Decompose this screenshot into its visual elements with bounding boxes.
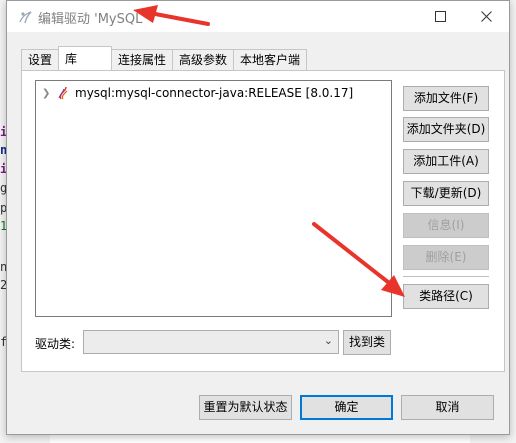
dbeaver-icon <box>19 11 32 24</box>
cancel-button[interactable]: 取消 <box>401 395 494 420</box>
close-icon <box>480 11 492 22</box>
tab-bar: 设置 库 连接属性 高级参数 本地客户端 <box>21 46 308 71</box>
reset-defaults-button[interactable]: 重置为默认状态 <box>199 395 292 420</box>
classpath-button[interactable]: 类路径(C) <box>403 284 489 309</box>
dialog-title: 编辑驱动 'MySQL <box>38 12 143 27</box>
jar-icon <box>58 86 68 100</box>
ok-button[interactable]: 确定 <box>300 395 393 420</box>
tab-local-client[interactable]: 本地客户端 <box>233 49 308 70</box>
driver-class-select[interactable]: ⌄ <box>83 330 339 354</box>
list-item[interactable]: ❯ mysql:mysql-connector-java:RELEASE [8.… <box>42 85 353 101</box>
info-button[interactable]: 信息(I) <box>403 213 489 238</box>
tab-libraries[interactable]: 库 <box>58 46 113 70</box>
edit-driver-dialog: 编辑驱动 'MySQL 设置 库 连接属性 高级参数 本地客户端 ❯ mysql… <box>6 0 510 435</box>
button-separator <box>403 276 489 277</box>
library-item-label: mysql:mysql-connector-java:RELEASE [8.0.… <box>75 86 354 100</box>
delete-button[interactable]: 删除(E) <box>403 245 489 270</box>
maximize-icon <box>434 11 446 22</box>
chevron-right-icon[interactable]: ❯ <box>42 88 52 99</box>
chevron-down-icon: ⌄ <box>323 334 333 347</box>
add-file-button[interactable]: 添加文件(F) <box>403 86 489 111</box>
maximize-button[interactable] <box>417 1 463 32</box>
libraries-panel: ❯ mysql:mysql-connector-java:RELEASE [8.… <box>21 70 505 372</box>
tab-settings[interactable]: 设置 <box>21 49 60 70</box>
title-bar[interactable]: 编辑驱动 'MySQL <box>7 1 509 32</box>
tab-advanced-parameters[interactable]: 高级参数 <box>172 49 235 70</box>
close-button[interactable] <box>463 1 509 32</box>
driver-class-label: 驱动类: <box>35 337 76 351</box>
tab-connection-properties[interactable]: 连接属性 <box>111 49 174 70</box>
add-artifact-button[interactable]: 添加工件(A) <box>403 149 489 174</box>
library-list[interactable]: ❯ mysql:mysql-connector-java:RELEASE [8.… <box>35 80 392 317</box>
find-class-button[interactable]: 找到类 <box>343 330 391 355</box>
download-update-button[interactable]: 下载/更新(D) <box>403 181 489 206</box>
add-folder-button[interactable]: 添加文件夹(D) <box>403 117 489 142</box>
